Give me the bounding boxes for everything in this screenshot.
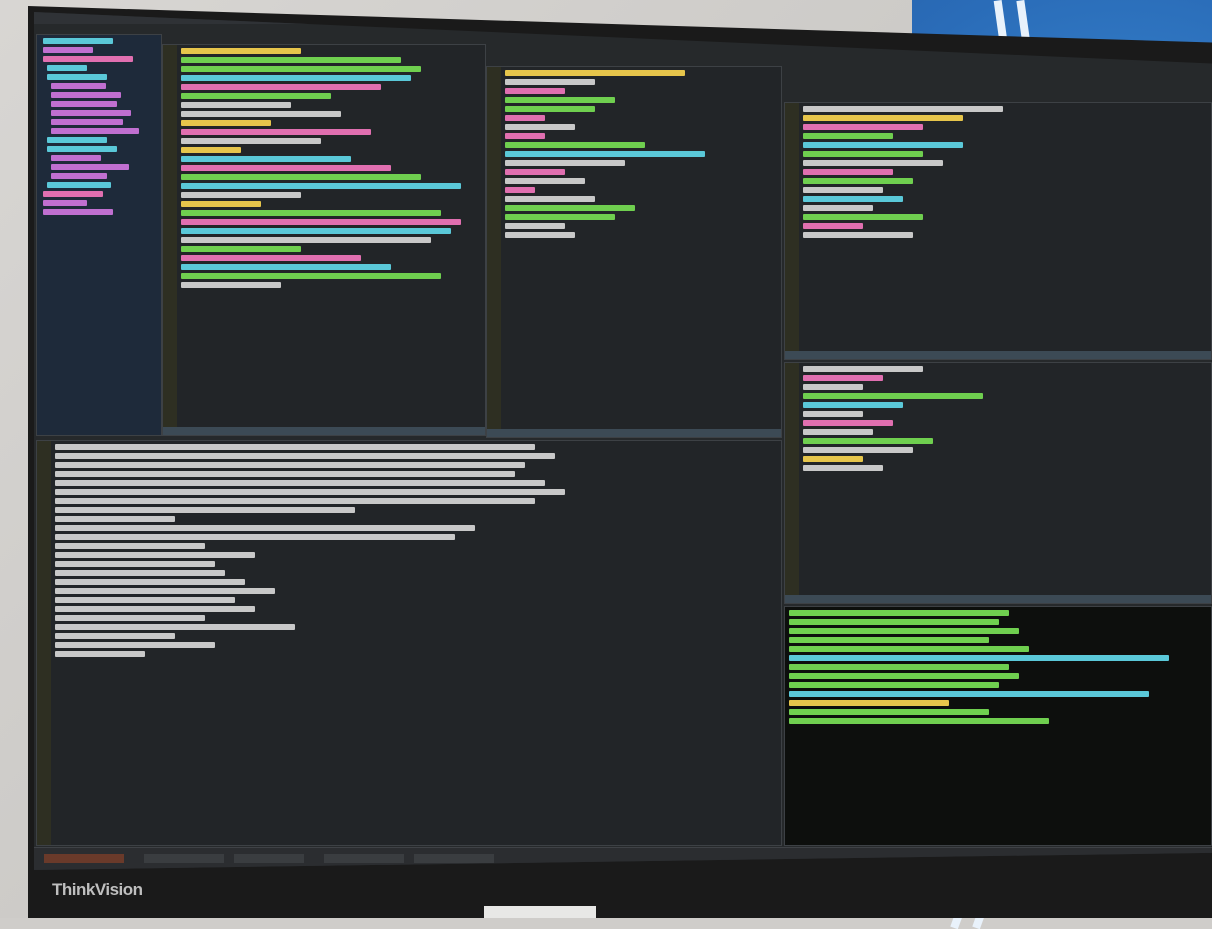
file-tree-pane	[36, 34, 162, 436]
right-editor-pane-middle	[784, 362, 1212, 604]
right-editor-pane-top	[784, 102, 1212, 360]
taskbar-item[interactable]	[44, 854, 124, 863]
editor-statusline	[785, 351, 1211, 359]
editor-statusline	[163, 427, 485, 435]
editor-statusline	[785, 595, 1211, 603]
monitor-screen	[34, 12, 1212, 870]
monitor-brand-logo: ThinkVision	[52, 880, 143, 899]
line-number-gutter	[785, 103, 799, 359]
line-number-gutter	[487, 67, 501, 437]
css-editor-pane	[486, 66, 782, 438]
monitor-stand	[484, 906, 596, 918]
taskbar-item[interactable]	[144, 854, 224, 863]
taskbar-item[interactable]	[234, 854, 304, 863]
notes-editor-pane	[36, 440, 782, 846]
line-number-gutter	[37, 441, 51, 845]
code-editor-pane	[162, 44, 486, 436]
terminal-pane	[784, 606, 1212, 846]
editor-statusline	[487, 429, 781, 437]
taskbar-item[interactable]	[324, 854, 404, 863]
taskbar-item[interactable]	[414, 854, 494, 863]
line-number-gutter	[163, 45, 177, 435]
line-number-gutter	[785, 363, 799, 603]
